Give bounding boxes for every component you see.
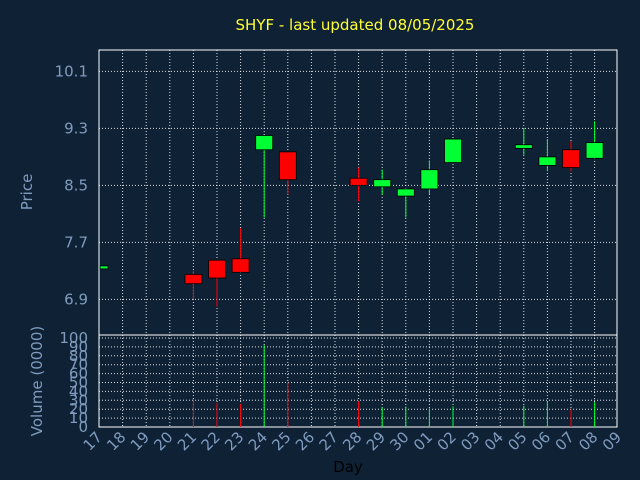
candle-body	[585, 142, 604, 159]
x-tick-label: 24	[245, 428, 271, 454]
candle-body	[538, 156, 557, 166]
chart-svg: SHYF - last updated 08/05/2025 6.9 7.7 8.5…	[18, 16, 625, 476]
volume-plot-frame	[98, 334, 618, 428]
candle-body	[373, 179, 392, 188]
volume-panel: 0102030405060708090100 Volume (0000)	[28, 326, 618, 436]
x-axis-label: Day	[333, 458, 363, 476]
candle-body	[444, 138, 462, 163]
price-tick-label: 10.1	[55, 62, 88, 80]
candle-body	[420, 169, 439, 190]
candle-body	[278, 151, 297, 181]
x-tick-label: 20	[150, 428, 176, 454]
volume-grid	[99, 335, 617, 428]
candle-body	[231, 258, 250, 273]
price-tick-label: 9.3	[64, 119, 88, 137]
x-tick-label: 02	[434, 428, 460, 454]
x-tick-label: 09	[599, 428, 625, 454]
candle-body	[184, 274, 203, 285]
candle-body	[99, 265, 109, 270]
price-grid	[99, 50, 617, 335]
x-tick-label: 18	[103, 428, 129, 454]
x-tick-labels: 1718192021222324252627282930010203040506…	[80, 428, 625, 454]
price-tick-label: 8.5	[64, 176, 88, 194]
price-panel: 6.9 7.7 8.5 9.3 10.1 Price	[18, 49, 618, 336]
volume-axis-label: Volume (0000)	[28, 326, 46, 436]
x-tick-label: 30	[386, 428, 412, 454]
x-tick-label: 03	[457, 428, 483, 454]
price-plot-frame	[98, 49, 618, 336]
x-tick-label: 25	[268, 428, 294, 454]
x-tick-label: 19	[127, 428, 153, 454]
candle-body	[255, 135, 274, 151]
x-tick-label: 23	[221, 428, 247, 454]
x-tick-label: 29	[363, 428, 389, 454]
candle-body	[208, 259, 226, 279]
volume-bars	[192, 345, 596, 427]
candles	[99, 121, 604, 307]
x-tick-label: 21	[174, 428, 200, 454]
candle-body	[396, 188, 415, 197]
x-tick-label: 22	[198, 428, 224, 454]
candle-body	[349, 177, 368, 186]
x-tick-label: 28	[339, 428, 365, 454]
x-tick-label: 07	[552, 428, 578, 454]
x-tick-label: 04	[481, 428, 507, 454]
volume-tick-label: 100	[59, 329, 88, 347]
candle-body	[562, 149, 580, 168]
price-tick-label: 6.9	[64, 290, 88, 308]
x-tick-label: 27	[316, 428, 342, 454]
price-axis-label: Price	[18, 174, 36, 211]
x-tick-label: 01	[410, 428, 436, 454]
price-tick-label: 7.7	[64, 233, 88, 251]
price-y-ticks: 6.9 7.7 8.5 9.3 10.1	[55, 62, 88, 308]
chart-title: SHYF - last updated 08/05/2025	[236, 16, 475, 34]
volume-y-ticks: 0102030405060708090100	[59, 329, 88, 436]
candle-body	[514, 144, 533, 149]
stock-chart: SHYF - last updated 08/05/2025 6.9 7.7 8.5…	[0, 0, 640, 480]
x-tick-label: 05	[504, 428, 530, 454]
x-tick-label: 08	[575, 428, 601, 454]
x-tick-label: 26	[292, 428, 318, 454]
x-tick-label: 06	[528, 428, 554, 454]
